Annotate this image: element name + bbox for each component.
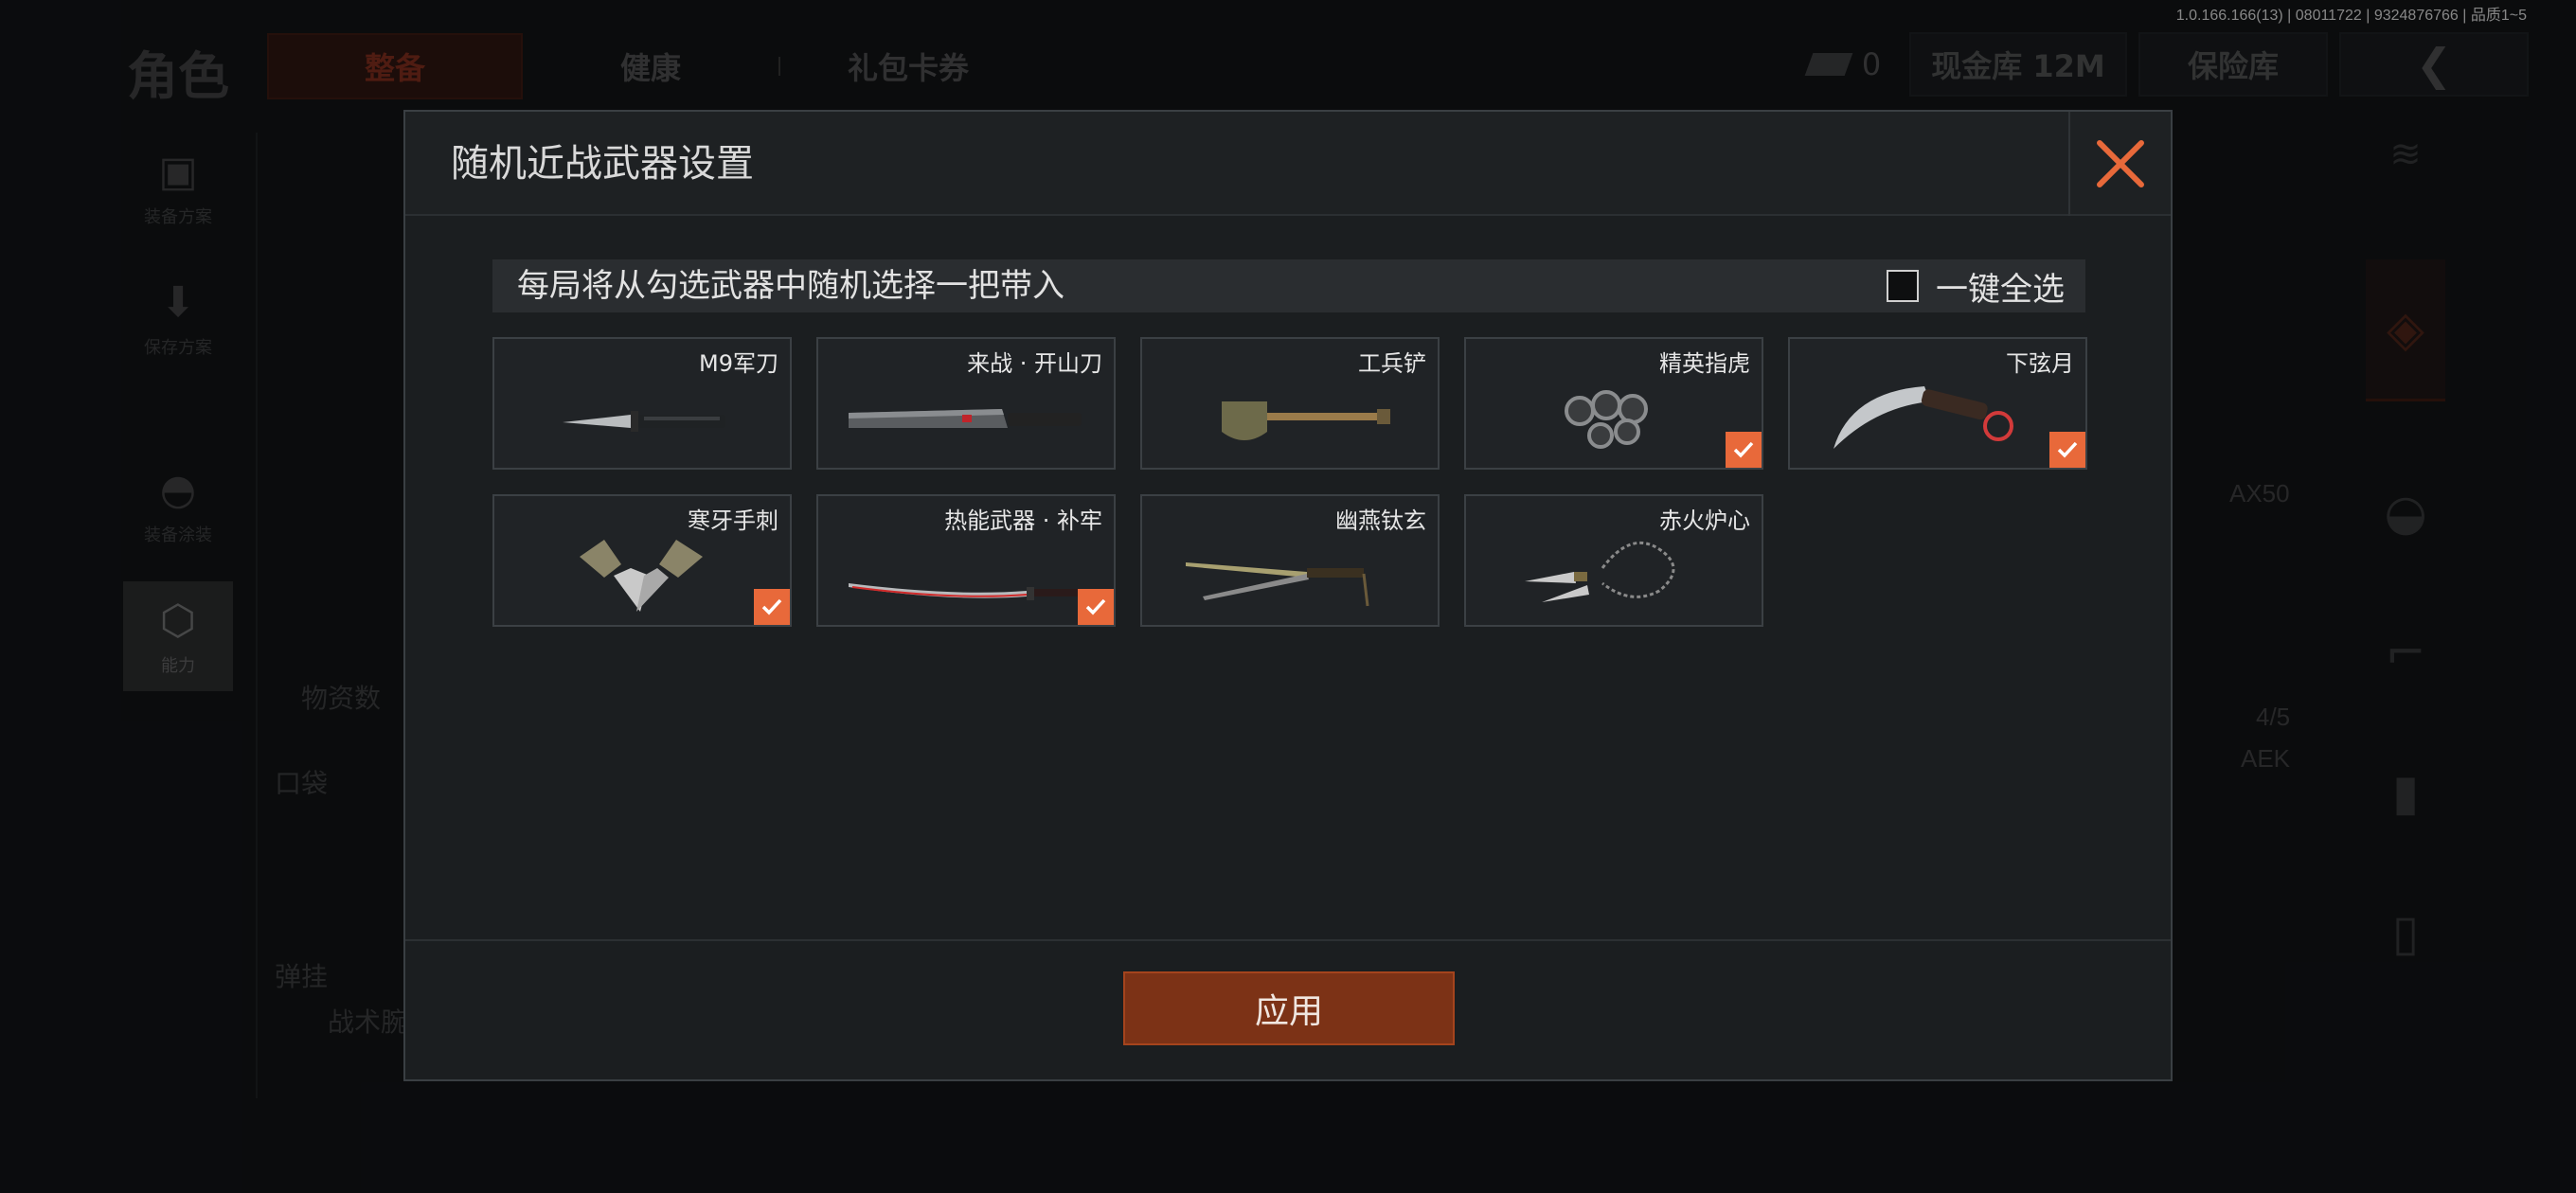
brass-knuckles-icon bbox=[1565, 390, 1648, 449]
weapon-card-katana[interactable]: 热能武器 · 补牢 bbox=[816, 494, 1116, 627]
check-icon bbox=[1733, 441, 1754, 458]
bayonet-knife-icon bbox=[563, 411, 725, 432]
select-all-toggle[interactable]: 一键全选 bbox=[1887, 259, 2065, 312]
weapon-checkbox[interactable] bbox=[1078, 589, 1114, 625]
close-icon bbox=[2097, 140, 2144, 187]
rope-darts-icon bbox=[1525, 541, 1675, 602]
weapon-card-knuckles[interactable]: 精英指虎 bbox=[1464, 337, 1763, 470]
weapon-checkbox[interactable] bbox=[2049, 432, 2085, 468]
weapon-checkbox[interactable] bbox=[1726, 432, 1762, 468]
weapon-card-rope-darts[interactable]: 赤火炉心 bbox=[1464, 494, 1763, 627]
info-text: 每局将从勾选武器中随机选择一把带入 bbox=[517, 267, 1064, 305]
dialog-header: 随机近战武器设置 bbox=[405, 112, 2171, 216]
check-icon bbox=[761, 598, 782, 615]
apply-button[interactable]: 应用 bbox=[1123, 971, 1455, 1045]
swords-icon bbox=[1186, 562, 1369, 607]
weapon-card-machete[interactable]: 来战 · 开山刀 bbox=[816, 337, 1116, 470]
check-icon bbox=[1085, 598, 1106, 615]
select-all-label: 一键全选 bbox=[1936, 270, 2065, 309]
karambit-icon bbox=[1834, 386, 2013, 449]
weapon-card-push-daggers[interactable]: 寒牙手刺 bbox=[492, 494, 792, 627]
check-icon bbox=[2057, 441, 2078, 458]
dialog-title: 随机近战武器设置 bbox=[451, 142, 754, 186]
shovel-icon bbox=[1222, 401, 1390, 440]
weapon-grid: M9军刀 来战 · 开山刀 工兵铲 精英指虎 下弦月 寒牙手刺 热能武器 · 补… bbox=[492, 337, 2093, 627]
push-daggers-icon bbox=[580, 540, 703, 612]
machete-icon bbox=[849, 409, 1082, 428]
close-button[interactable] bbox=[2068, 112, 2171, 216]
katana-icon bbox=[849, 583, 1085, 600]
weapon-card-shovel[interactable]: 工兵铲 bbox=[1140, 337, 1440, 470]
weapon-card-twin-swords[interactable]: 幽燕钛玄 bbox=[1140, 494, 1440, 627]
random-melee-settings-dialog: 随机近战武器设置 每局将从勾选武器中随机选择一把带入 一键全选 M9军刀 来战 … bbox=[403, 110, 2173, 1081]
weapon-card-m9[interactable]: M9军刀 bbox=[492, 337, 792, 470]
weapon-checkbox[interactable] bbox=[754, 589, 790, 625]
footer-divider bbox=[405, 939, 2171, 941]
weapon-card-karambit[interactable]: 下弦月 bbox=[1788, 337, 2087, 470]
select-all-checkbox[interactable] bbox=[1887, 270, 1919, 302]
info-bar: 每局将从勾选武器中随机选择一把带入 一键全选 bbox=[492, 259, 2085, 312]
